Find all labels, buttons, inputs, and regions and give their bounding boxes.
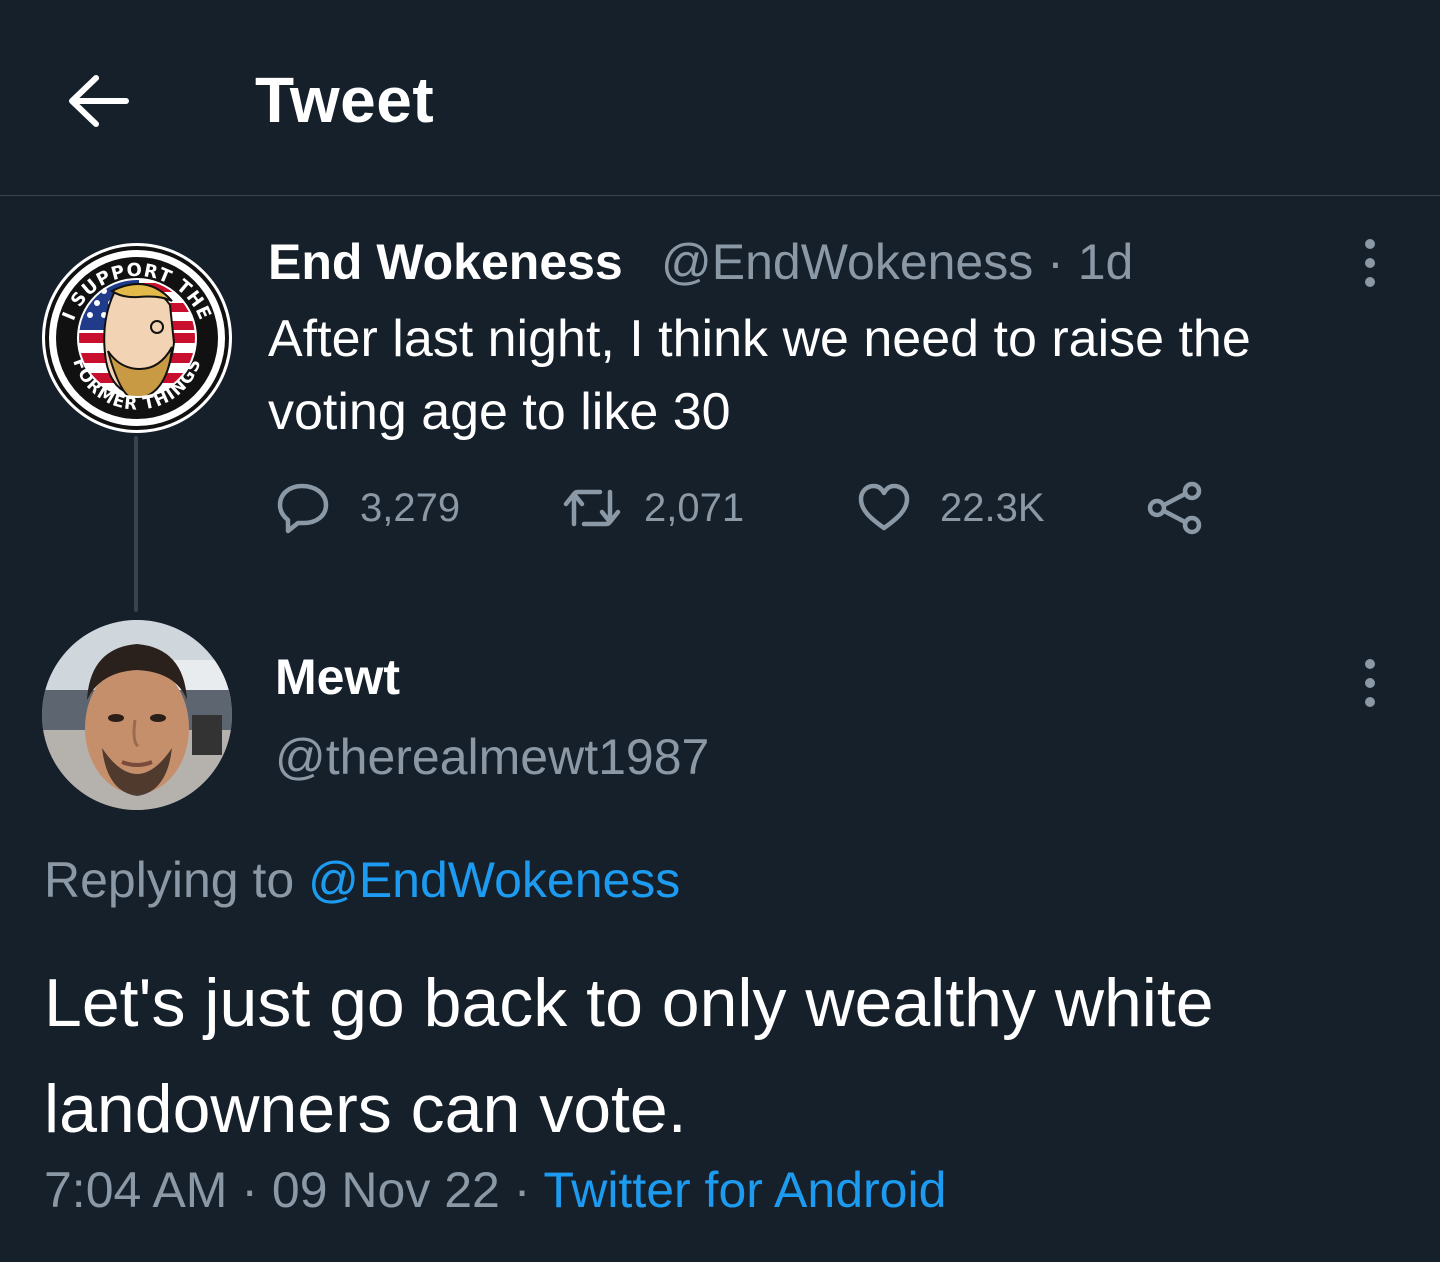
parent-handle[interactable]: @EndWokeness	[661, 234, 1033, 290]
replying-to-label: Replying to	[44, 852, 295, 908]
arrow-left-icon	[69, 75, 129, 127]
timestamp-separator: ·	[513, 1162, 531, 1218]
support-former-things-badge: I SUPPORT THE FORMER THINGS	[44, 245, 230, 431]
top-app-bar: Tweet	[0, 0, 1440, 196]
meta-separator: ·	[1047, 234, 1064, 290]
back-button[interactable]	[62, 70, 132, 130]
retweet-icon	[563, 489, 621, 527]
reply-tweet-text: Let's just go back to only wealthy white…	[44, 965, 1214, 1147]
reply-more-button[interactable]	[1360, 656, 1380, 710]
more-vertical-icon	[1365, 659, 1375, 707]
reply-button[interactable]: 3,279	[276, 478, 460, 538]
parent-tweet-meta: @EndWokeness · 1d	[661, 233, 1133, 291]
reply-display-name[interactable]: Mewt	[275, 648, 400, 706]
parent-display-name[interactable]: End Wokeness	[268, 233, 623, 291]
replying-to-line: Replying to @EndWokeness	[44, 850, 680, 910]
avatar-mewt[interactable]	[42, 620, 232, 810]
share-icon	[1147, 481, 1202, 535]
like-count: 22.3K	[940, 486, 1045, 530]
tweet-detail-screen: Tweet I SUPPORT THE FORMER THINGS End Wo…	[0, 0, 1440, 1262]
like-button[interactable]: 22.3K	[856, 478, 1045, 538]
parent-more-button[interactable]	[1360, 236, 1380, 290]
share-button[interactable]	[1146, 478, 1206, 538]
tweet-time[interactable]: 7:04 AM	[44, 1162, 227, 1218]
profile-photo	[42, 620, 232, 810]
reply-count: 3,279	[360, 486, 461, 530]
tweet-timestamp: 7:04 AM · 09 Nov 22 · Twitter for Androi…	[44, 1160, 946, 1220]
more-vertical-icon	[1365, 239, 1375, 287]
thread-connector-line	[134, 436, 138, 612]
timestamp-separator: ·	[241, 1162, 259, 1218]
replying-to-mention-link[interactable]: @EndWokeness	[308, 852, 680, 908]
avatar-end-wokeness[interactable]: I SUPPORT THE FORMER THINGS	[42, 243, 232, 433]
parent-tweet-actions: 3,279 2,071 22.3K	[268, 478, 1268, 538]
tweet-date[interactable]: 09 Nov 22	[272, 1162, 500, 1218]
page-title: Tweet	[255, 64, 435, 136]
speech-bubble-icon	[277, 483, 329, 534]
reply-handle[interactable]: @therealmewt1987	[275, 728, 709, 786]
retweet-button[interactable]: 2,071	[560, 478, 744, 538]
parent-tweet-age[interactable]: 1d	[1078, 234, 1134, 290]
parent-tweet-text: After last night, I think we need to rai…	[268, 310, 1251, 441]
tweet-source-link[interactable]: Twitter for Android	[543, 1162, 946, 1218]
heart-icon	[858, 483, 910, 531]
retweet-count: 2,071	[644, 486, 745, 530]
